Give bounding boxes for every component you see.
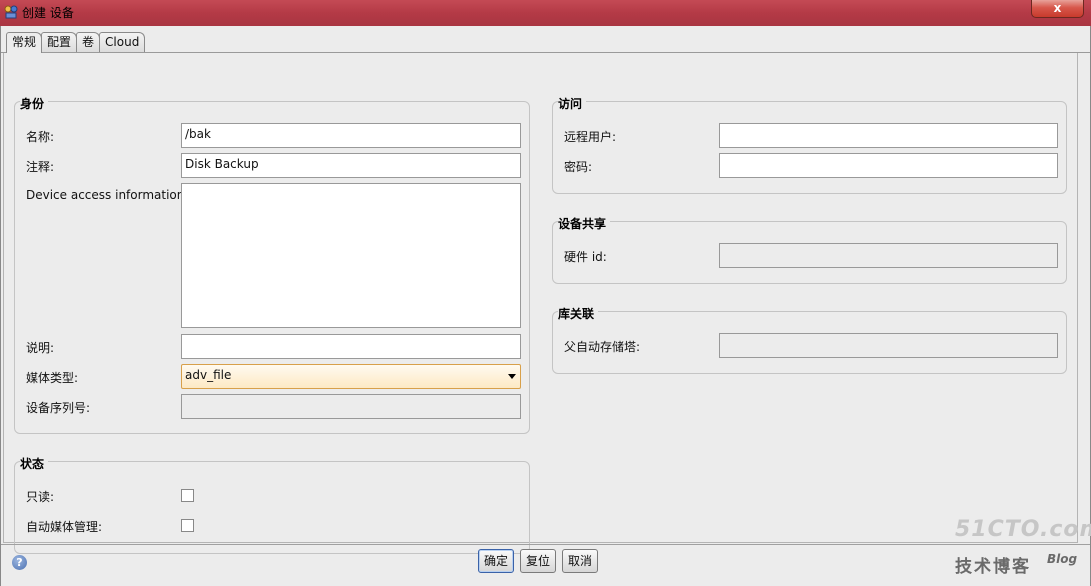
- watermark-logo: 51CTO.com: [955, 517, 1091, 542]
- name-label: 名称:: [26, 130, 55, 144]
- description-field[interactable]: [181, 334, 521, 359]
- status-group-title: 状态: [20, 455, 49, 472]
- sharing-group-title: 设备共享: [558, 215, 611, 232]
- hardware-id-label: 硬件 id:: [564, 250, 607, 264]
- description-label: 说明:: [26, 341, 55, 355]
- media-type-select[interactable]: adv_file: [181, 364, 521, 389]
- media-type-value: adv_file: [185, 368, 232, 382]
- parent-jukebox-field: [719, 333, 1058, 358]
- access-info-textarea[interactable]: [181, 183, 521, 328]
- button-bar-divider: [1, 544, 1090, 545]
- password-label: 密码:: [564, 160, 593, 174]
- help-icon[interactable]: ?: [12, 555, 27, 570]
- comment-label: 注释:: [26, 160, 55, 174]
- watermark-blog: Blog: [1047, 552, 1078, 566]
- tab-panel-general: 身份 名称: /bak 注释: Disk Backup Device acces…: [3, 53, 1078, 554]
- access-info-label: Device access information:: [26, 188, 189, 202]
- ok-button[interactable]: 确定: [478, 549, 514, 573]
- remote-user-field[interactable]: [719, 123, 1058, 148]
- close-button[interactable]: x: [1031, 0, 1084, 18]
- app-icon: [4, 5, 18, 19]
- auto-media-label: 自动媒体管理:: [26, 520, 103, 534]
- library-group-title: 库关联: [558, 305, 599, 322]
- readonly-checkbox[interactable]: [181, 489, 194, 502]
- access-group-title: 访问: [558, 95, 587, 112]
- tab-config[interactable]: 配置: [41, 32, 78, 52]
- title-bar: 创建 设备 x: [0, 0, 1091, 26]
- tab-bar: 常规 配置 卷 Cloud: [6, 32, 146, 53]
- tab-volumes[interactable]: 卷: [76, 32, 101, 52]
- status-group: [14, 461, 530, 554]
- media-type-label: 媒体类型:: [26, 371, 79, 385]
- comment-field[interactable]: Disk Backup: [181, 153, 521, 178]
- auto-media-checkbox[interactable]: [181, 519, 194, 532]
- password-field[interactable]: [719, 153, 1058, 178]
- hardware-id-field: [719, 243, 1058, 268]
- dialog-window: 常规 配置 卷 Cloud 身份 名称: /bak 注释: Disk Backu…: [0, 26, 1091, 586]
- parent-jukebox-label: 父自动存储塔:: [564, 340, 641, 354]
- serial-field: [181, 394, 521, 419]
- tab-cloud[interactable]: Cloud: [99, 32, 146, 52]
- tab-general[interactable]: 常规: [6, 32, 43, 53]
- serial-label: 设备序列号:: [26, 401, 91, 415]
- cancel-button[interactable]: 取消: [562, 549, 598, 573]
- reset-button[interactable]: 复位: [520, 549, 556, 573]
- window-title: 创建 设备: [22, 6, 74, 20]
- dropdown-arrow-icon: [508, 374, 516, 379]
- watermark-subtitle: 技术博客: [955, 557, 1031, 577]
- name-field[interactable]: /bak: [181, 123, 521, 148]
- readonly-label: 只读:: [26, 490, 55, 504]
- identity-group-title: 身份: [20, 95, 49, 112]
- remote-user-label: 远程用户:: [564, 130, 617, 144]
